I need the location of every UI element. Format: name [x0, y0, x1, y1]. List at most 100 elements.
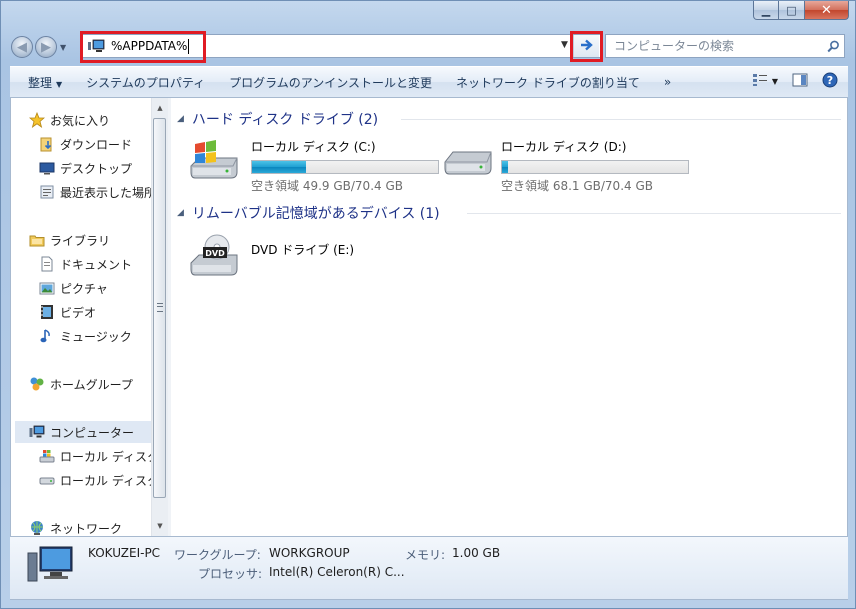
- main-pane: ◢ ハード ディスク ドライブ (2) ローカル ディスク (C:) 空き領域 …: [171, 98, 849, 536]
- change-view-button[interactable]: ▼: [752, 73, 778, 90]
- nav-computer[interactable]: コンピューター: [15, 421, 151, 443]
- close-button[interactable]: ✕: [805, 1, 849, 20]
- dropdown-arrow-icon: ▼: [56, 79, 63, 89]
- nav-documents[interactable]: ドキュメント: [39, 253, 132, 275]
- nav-libraries[interactable]: ライブラリ: [29, 229, 110, 251]
- nav-homegroup[interactable]: ホームグループ: [29, 373, 133, 395]
- search-icon[interactable]: [822, 40, 844, 53]
- pc-name: KOKUZEI-PC: [88, 546, 161, 560]
- nav-music[interactable]: ミュージック: [39, 325, 132, 347]
- computer-icon: [29, 424, 45, 440]
- video-icon: [39, 304, 55, 320]
- nav-label: デスクトップ: [60, 161, 133, 176]
- nav-label: ビデオ: [60, 305, 97, 320]
- content-area: お気に入り ダウンロード デスクトップ 最近表示した場所 ライブラリ ドキュメン…: [10, 98, 848, 536]
- collapse-triangle-icon[interactable]: ◢: [177, 208, 184, 218]
- memory-value: 1.00 GB: [452, 546, 501, 560]
- nav-local-disk-d[interactable]: ローカル ディスク (D:): [39, 469, 151, 491]
- processor-label: プロセッサ:: [198, 567, 263, 581]
- nav-desktop[interactable]: デスクトップ: [39, 157, 132, 179]
- help-button[interactable]: ?: [822, 72, 838, 91]
- address-input[interactable]: %APPDATA%: [111, 38, 190, 54]
- system-properties-button[interactable]: システムのプロパティ: [74, 74, 217, 91]
- back-arrow-icon: ◀: [17, 39, 27, 55]
- navigation-pane: お気に入り ダウンロード デスクトップ 最近表示した場所 ライブラリ ドキュメン…: [11, 98, 151, 536]
- toolbar-right: ▼ ?: [752, 72, 838, 91]
- nav-recent-places[interactable]: 最近表示した場所: [39, 181, 151, 203]
- scroll-up-icon[interactable]: ▲: [152, 100, 168, 116]
- search-input[interactable]: [612, 38, 822, 54]
- search-box[interactable]: [605, 34, 845, 58]
- svg-text:DVD: DVD: [205, 249, 225, 258]
- drive-usage-bar: [251, 160, 439, 174]
- drive-d[interactable]: ローカル ディスク (D:) 空き領域 68.1 GB/70.4 GB: [441, 138, 689, 194]
- recent-pages-dropdown[interactable]: ▼: [60, 43, 66, 52]
- back-button[interactable]: ◀: [11, 36, 33, 58]
- details-pane: KOKUZEI-PC ワークグループ: WORKGROUP メモリ: 1.00 …: [10, 536, 848, 600]
- nav-local-disk-c[interactable]: ローカル ディスク (C:): [39, 445, 151, 467]
- nav-downloads[interactable]: ダウンロード: [39, 133, 132, 155]
- windows-drive-icon: [39, 448, 55, 464]
- drive-name: ローカル ディスク (C:): [251, 140, 376, 154]
- picture-icon: [39, 280, 55, 296]
- drive-name: ローカル ディスク (D:): [501, 140, 627, 154]
- nav-label: コンピューター: [50, 425, 135, 440]
- workgroup-label: ワークグループ:: [174, 548, 261, 562]
- window-controls: ▁ □ ✕: [753, 1, 849, 20]
- document-icon: [39, 256, 55, 272]
- nav-label: ドキュメント: [60, 257, 133, 272]
- address-dropdown-icon[interactable]: ▼: [561, 40, 568, 50]
- nav-label: お気に入り: [50, 113, 111, 128]
- computer-large-icon: [26, 543, 74, 590]
- group-header-hdd[interactable]: ◢ ハード ディスク ドライブ (2): [177, 109, 378, 129]
- nav-scrollbar[interactable]: ▲ ▼: [151, 98, 168, 536]
- map-network-drive-button[interactable]: ネットワーク ドライブの割り当て: [444, 74, 652, 91]
- drive-c[interactable]: ローカル ディスク (C:) 空き領域 49.9 GB/70.4 GB: [187, 138, 439, 194]
- svg-text:?: ?: [827, 74, 833, 87]
- group-header-removable[interactable]: ◢ リムーバブル記憶域があるデバイス (1): [177, 203, 440, 223]
- recent-places-icon: [39, 184, 55, 200]
- nav-favorites[interactable]: お気に入り: [28, 109, 111, 131]
- preview-pane-button[interactable]: [792, 73, 808, 90]
- nav-label: ネットワーク: [50, 521, 123, 536]
- desktop-icon: [39, 160, 55, 176]
- homegroup-icon: [29, 376, 45, 392]
- memory-label: メモリ:: [405, 548, 446, 562]
- view-dropdown-icon[interactable]: ▼: [772, 77, 778, 86]
- star-icon: [28, 111, 46, 128]
- nav-pictures[interactable]: ピクチャ: [39, 277, 108, 299]
- music-icon: [39, 328, 55, 344]
- organize-button[interactable]: 整理 ▼: [10, 74, 74, 91]
- maximize-button[interactable]: □: [779, 1, 805, 20]
- nav-buttons: ◀ ▶ ▼: [11, 36, 66, 58]
- go-button[interactable]: [573, 35, 599, 57]
- library-icon: [29, 232, 45, 248]
- nav-label: ローカル ディスク (C:): [60, 449, 151, 464]
- drive-usage-fill: [502, 161, 509, 173]
- drive-icon: [39, 472, 55, 488]
- drive-usage-bar: [501, 160, 689, 174]
- drive-e[interactable]: DVD DVD ドライブ (E:): [187, 233, 354, 279]
- drive-name: DVD ドライブ (E:): [251, 243, 355, 257]
- computer-icon: [87, 39, 105, 53]
- minimize-button[interactable]: ▁: [753, 1, 779, 20]
- uninstall-program-button[interactable]: プログラムのアンインストールと変更: [217, 74, 444, 91]
- address-bar[interactable]: %APPDATA% ▼: [82, 34, 602, 58]
- drive-free-space: 空き領域 49.9 GB/70.4 GB: [251, 179, 403, 193]
- nav-label: ミュージック: [60, 329, 132, 344]
- scroll-down-icon[interactable]: ▼: [152, 518, 168, 534]
- collapse-triangle-icon[interactable]: ◢: [177, 114, 184, 124]
- scroll-thumb[interactable]: [153, 118, 166, 498]
- dvd-drive-icon: DVD: [187, 233, 241, 279]
- explorer-window: ▁ □ ✕ ◀ ▶ ▼ %APPDATA% ▼ コンピューターの検索 整理 ▼ …: [0, 0, 856, 609]
- forward-arrow-icon: ▶: [41, 39, 51, 55]
- drive-free-space: 空き領域 68.1 GB/70.4 GB: [501, 179, 653, 193]
- nav-network[interactable]: ネットワーク: [29, 517, 122, 536]
- nav-label: 最近表示した場所: [60, 185, 151, 200]
- forward-button[interactable]: ▶: [35, 36, 57, 58]
- nav-videos[interactable]: ビデオ: [39, 301, 96, 323]
- nav-label: ホームグループ: [50, 377, 133, 392]
- more-commands-button[interactable]: »: [652, 75, 683, 89]
- nav-label: ダウンロード: [60, 137, 133, 152]
- nav-label: ライブラリ: [50, 233, 111, 248]
